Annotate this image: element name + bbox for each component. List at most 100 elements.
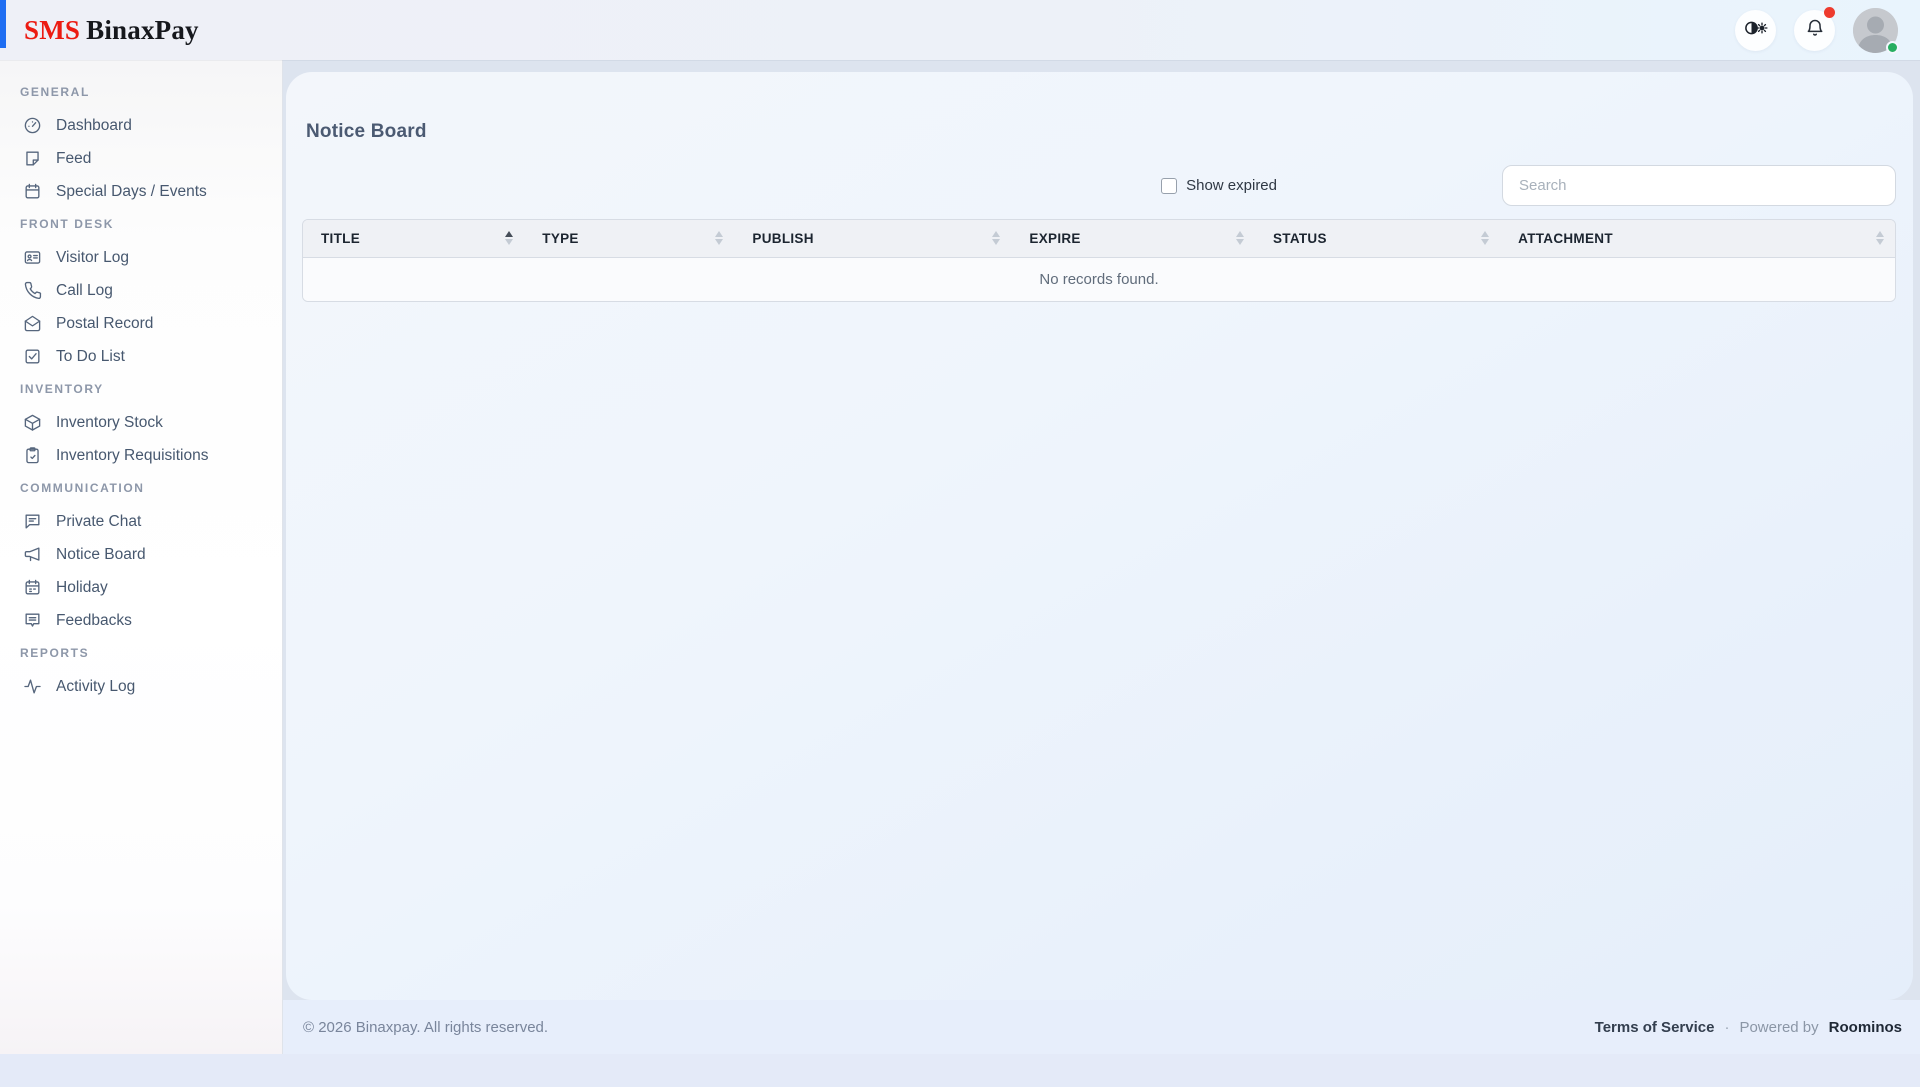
sidebar-item-label: Inventory Stock xyxy=(56,413,163,431)
theme-toggle-icon xyxy=(1744,19,1768,42)
sidebar-item-inventory-stock[interactable]: Inventory Stock xyxy=(0,406,282,439)
sidebar-item-special-days-events[interactable]: Special Days / Events xyxy=(0,175,282,208)
notifications-button[interactable] xyxy=(1794,6,1835,51)
sidebar-item-label: Visitor Log xyxy=(56,248,129,266)
main-area: Notice Board Show expired TITLE TYPE PUBLI… xyxy=(283,60,1920,1054)
app-header: SMS BinaxPay xyxy=(0,0,1920,60)
sidebar-item-to-do-list[interactable]: To Do List xyxy=(0,340,282,373)
package-icon xyxy=(22,413,42,433)
sidebar-item-label: Notice Board xyxy=(56,545,146,563)
footer-links: Terms of Service · Powered by Roominos xyxy=(1595,1019,1902,1036)
dashboard-icon xyxy=(22,116,42,136)
id-card-icon xyxy=(22,248,42,268)
sidebar-item-label: Private Chat xyxy=(56,512,142,530)
sidebar-item-label: Feedbacks xyxy=(56,611,132,629)
sidebar-section-front-desk: FRONT DESK xyxy=(20,217,114,231)
column-label: PUBLISH xyxy=(752,230,814,246)
table-header-row: TITLE TYPE PUBLISH EXPIRE STATUS ATTACHMENT xyxy=(303,220,1895,258)
online-status-dot xyxy=(1886,40,1899,54)
search-input[interactable] xyxy=(1502,165,1896,206)
sort-icon xyxy=(715,231,724,246)
envelope-open-icon xyxy=(22,314,42,334)
sidebar-item-label: Special Days / Events xyxy=(56,182,207,200)
column-header-publish[interactable]: PUBLISH xyxy=(734,220,1012,258)
sidebar-item-label: Call Log xyxy=(56,281,113,299)
content-panel: Notice Board Show expired TITLE TYPE PUBLI… xyxy=(286,72,1913,1000)
check-square-icon xyxy=(22,347,42,367)
empty-row: No records found. xyxy=(303,257,1895,301)
sidebar-item-call-log[interactable]: Call Log xyxy=(0,274,282,307)
sidebar-item-feedbacks[interactable]: Feedbacks xyxy=(0,604,282,637)
page-footer: © 2026 Binaxpay. All rights reserved. Te… xyxy=(283,1000,1920,1054)
app-logo[interactable]: SMS BinaxPay xyxy=(24,15,199,46)
sidebar-item-label: To Do List xyxy=(56,347,125,365)
sidebar-item-holiday[interactable]: Holiday xyxy=(0,571,282,604)
empty-row-cell: No records found. xyxy=(303,257,1895,301)
notification-dot xyxy=(1824,6,1835,18)
sort-icon xyxy=(992,231,1001,246)
sidebar-item-inventory-requisitions[interactable]: Inventory Requisitions xyxy=(0,439,282,472)
sidebar-item-label: Activity Log xyxy=(56,677,136,695)
sort-icon xyxy=(505,231,514,246)
notifications-bell-icon xyxy=(1805,18,1825,43)
sidebar-item-dashboard[interactable]: Dashboard xyxy=(0,109,282,142)
powered-by-label: Powered by xyxy=(1739,1018,1819,1036)
sidebar-section-inventory: INVENTORY xyxy=(20,382,104,396)
calendar-days-icon xyxy=(22,578,42,598)
page-title: Notice Board xyxy=(306,121,427,142)
app-shell: GENERAL Dashboard Feed Special Days / Event… xyxy=(0,60,1920,1054)
sort-icon xyxy=(1876,231,1884,246)
theme-toggle-button[interactable] xyxy=(1735,9,1776,51)
sidebar-item-activity-log[interactable]: Activity Log xyxy=(0,670,282,703)
show-expired-toggle[interactable]: Show expired xyxy=(1161,177,1277,194)
column-label: ATTACHMENT xyxy=(1518,230,1613,246)
sidebar-item-feed[interactable]: Feed xyxy=(0,142,282,175)
column-label: STATUS xyxy=(1272,230,1327,246)
sidebar-item-label: Inventory Requisitions xyxy=(56,446,209,464)
phone-icon xyxy=(22,281,42,301)
notice-table-wrap: TITLE TYPE PUBLISH EXPIRE STATUS ATTACHMENT N… xyxy=(302,219,1896,302)
column-header-expire[interactable]: EXPIRE xyxy=(1011,220,1255,258)
feed-note-icon xyxy=(22,149,42,169)
sidebar-section-communication: COMMUNICATION xyxy=(20,481,145,495)
notice-table: TITLE TYPE PUBLISH EXPIRE STATUS ATTACHMENT N… xyxy=(303,220,1895,301)
powered-by-brand[interactable]: Roominos xyxy=(1829,1019,1902,1036)
sidebar-item-label: Feed xyxy=(56,149,92,167)
show-expired-label: Show expired xyxy=(1186,177,1277,194)
sidebar-item-notice-board[interactable]: Notice Board xyxy=(0,538,282,571)
terms-of-service-link[interactable]: Terms of Service xyxy=(1595,1019,1715,1036)
sidebar-section-general: GENERAL xyxy=(20,85,90,99)
sidebar-section-reports: REPORTS xyxy=(20,646,90,660)
column-header-title[interactable]: TITLE xyxy=(303,220,525,258)
feedback-bubble-icon xyxy=(22,611,42,631)
chat-square-icon xyxy=(22,512,42,532)
show-expired-checkbox[interactable] xyxy=(1161,177,1178,194)
header-actions xyxy=(1735,6,1899,54)
sidebar-item-private-chat[interactable]: Private Chat xyxy=(0,505,282,538)
logo-prefix: SMS xyxy=(24,14,81,45)
column-label: TYPE xyxy=(542,230,579,246)
footer-separator: · xyxy=(1724,1018,1730,1036)
sidebar-item-visitor-log[interactable]: Visitor Log xyxy=(0,241,282,274)
logo-name: BinaxPay xyxy=(86,14,199,45)
column-header-status[interactable]: STATUS xyxy=(1254,220,1501,258)
user-avatar[interactable] xyxy=(1853,7,1899,54)
sidebar-nav: GENERAL Dashboard Feed Special Days / Event… xyxy=(0,60,283,1054)
table-controls: Show expired xyxy=(302,165,1896,206)
sidebar-item-label: Holiday xyxy=(56,578,108,596)
calendar-icon xyxy=(22,182,42,202)
accent-bar xyxy=(0,0,6,48)
activity-icon xyxy=(22,677,42,697)
sidebar-item-label: Postal Record xyxy=(56,314,154,332)
sidebar-item-postal-record[interactable]: Postal Record xyxy=(0,307,282,340)
column-header-attachment[interactable]: ATTACHMENT xyxy=(1500,220,1895,258)
sort-icon xyxy=(1235,231,1244,246)
sort-icon xyxy=(1481,231,1490,246)
copyright-text: © 2026 Binaxpay. All rights reserved. xyxy=(303,1018,549,1036)
column-label: TITLE xyxy=(321,230,360,246)
megaphone-icon xyxy=(22,545,42,565)
column-label: EXPIRE xyxy=(1029,230,1081,246)
column-header-type[interactable]: TYPE xyxy=(524,220,735,258)
clipboard-icon xyxy=(22,446,42,466)
bottom-strip xyxy=(0,1054,1920,1087)
